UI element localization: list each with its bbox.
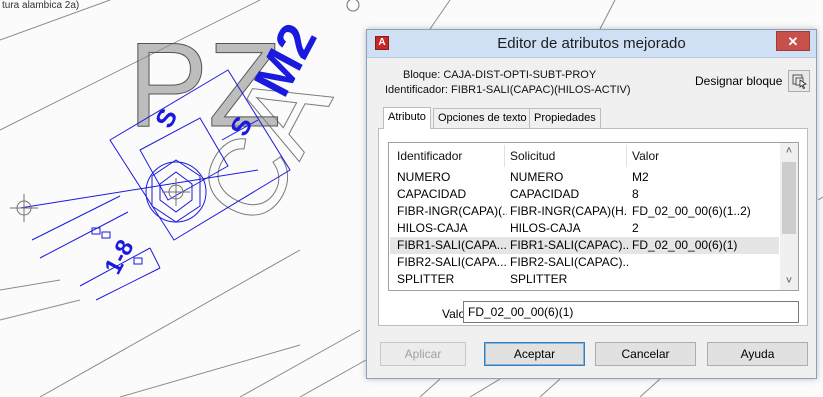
help-button[interactable]: Ayuda <box>707 342 808 366</box>
cell-prompt: NUMERO <box>510 170 564 184</box>
cell-prompt: HILOS-CAJA <box>510 221 581 235</box>
scrollbar-thumb[interactable] <box>782 162 796 234</box>
list-item[interactable]: FIBR-INGR(CAPA)(... FIBR-INGR(CAPA)(H...… <box>390 203 779 220</box>
block-name-label: Bloque: CAJA-DIST-OPTI-SUBT-PROY <box>403 69 597 81</box>
cell-prompt: SPLITTER <box>510 272 568 286</box>
cell-prompt: FIBR1-SALI(CAPAC)... <box>510 238 628 252</box>
list-item[interactable]: SPLITTER SPLITTER <box>390 271 779 288</box>
apply-button[interactable]: Aplicar <box>380 342 466 366</box>
cell-identifier: CAPACIDAD <box>397 187 467 201</box>
list-item[interactable]: CAPACIDAD CAPACIDAD 8 <box>390 186 779 203</box>
scroll-down-icon[interactable]: ˅ <box>780 273 798 290</box>
tab-text-options[interactable]: Opciones de texto <box>433 108 532 128</box>
dialog-title: Editor de atributos mejorado <box>497 35 686 52</box>
drawing-workspace[interactable]: CA PZ M2 S S 1-8 tura alambica 2a) A Edi… <box>0 0 823 397</box>
cell-identifier: FIBR2-SALI(CAPA... <box>397 255 507 269</box>
identifier-label: Identificador: FIBR1-SALI(CAPAC)(HILOS-A… <box>385 84 631 96</box>
cell-value: 2 <box>632 221 639 235</box>
list-item[interactable]: NUMERO NUMERO M2 <box>390 169 779 186</box>
close-icon: ✕ <box>787 34 799 49</box>
cell-prompt: FIBR2-SALI(CAPAC)... <box>510 255 628 269</box>
designate-block-button[interactable] <box>788 70 810 92</box>
attribute-list[interactable]: Identificador Solicitud Valor NUMERO NUM… <box>388 142 799 291</box>
block-info: Bloque: CAJA-DIST-OPTI-SUBT-PROY Identif… <box>385 68 631 98</box>
vertical-scrollbar[interactable]: ˄ ˅ <box>780 143 798 290</box>
column-header-identifier[interactable]: Identificador <box>397 149 462 163</box>
accept-button[interactable]: Aceptar <box>484 342 585 366</box>
column-header-value[interactable]: Valor <box>632 149 659 163</box>
list-item[interactable]: FIBR2-SALI(CAPA... FIBR2-SALI(CAPAC)... <box>390 254 779 271</box>
value-input[interactable] <box>463 301 799 323</box>
dialog-title-bar[interactable]: A Editor de atributos mejorado ✕ <box>367 30 816 58</box>
column-header-prompt[interactable]: Solicitud <box>510 149 555 163</box>
cell-value: M2 <box>632 170 649 184</box>
cell-identifier: HILOS-CAJA <box>397 221 468 235</box>
close-button[interactable]: ✕ <box>776 31 810 51</box>
cad-corner-label: tura alambica 2a) <box>2 0 80 11</box>
cell-value: FD_02_00_00(6)(1) <box>632 238 738 252</box>
attribute-editor-dialog[interactable]: A Editor de atributos mejorado ✕ Bloque:… <box>366 29 817 379</box>
column-divider <box>504 145 505 167</box>
cell-identifier: NUMERO <box>397 170 451 184</box>
column-divider <box>626 145 627 167</box>
cell-value: FD_02_00_00(6)(1..2) <box>632 204 751 218</box>
scroll-up-icon[interactable]: ˄ <box>780 143 798 160</box>
tab-properties[interactable]: Propiedades <box>529 108 601 128</box>
cell-value: 8 <box>632 187 639 201</box>
select-object-icon <box>792 74 807 89</box>
cell-prompt: FIBR-INGR(CAPA)(H... <box>510 204 628 218</box>
cell-identifier: FIBR-INGR(CAPA)(... <box>397 204 507 218</box>
cell-prompt: CAPACIDAD <box>510 187 580 201</box>
designate-block-label: Designar bloque <box>695 74 783 88</box>
cell-identifier: FIBR1-SALI(CAPA... <box>397 238 507 252</box>
list-item[interactable]: HILOS-CAJA HILOS-CAJA 2 <box>390 220 779 237</box>
cancel-button[interactable]: Cancelar <box>595 342 696 366</box>
cell-identifier: SPLITTER <box>397 272 455 286</box>
tab-attribute[interactable]: Atributo <box>383 107 431 129</box>
list-item-selected[interactable]: FIBR1-SALI(CAPA... FIBR1-SALI(CAPAC)... … <box>390 237 779 254</box>
